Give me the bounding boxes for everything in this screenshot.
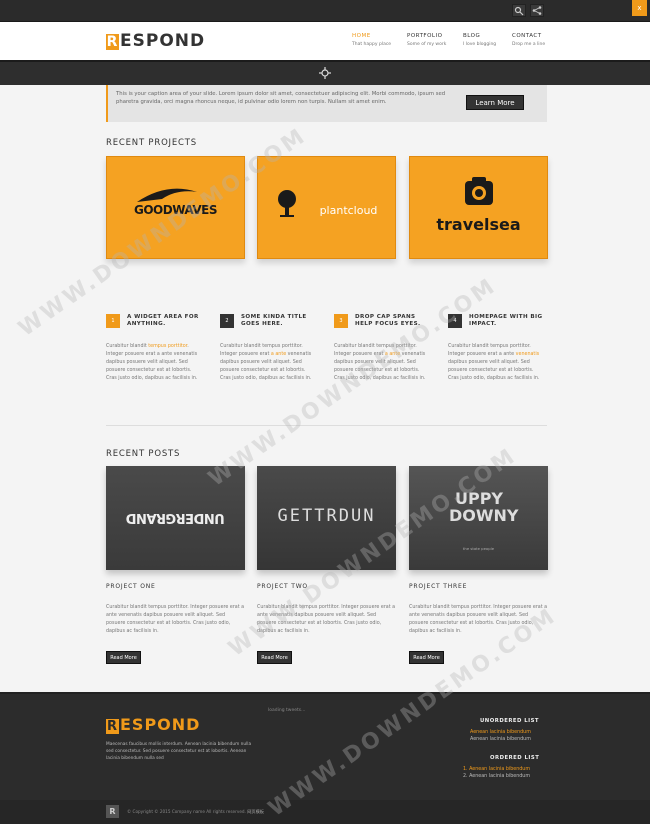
feature-highlight: a ante xyxy=(270,351,287,357)
nav-contact-sub: Drop me a line xyxy=(512,42,546,47)
nav-blog[interactable]: BLOG I love blogging xyxy=(463,33,496,47)
logo-text: ESPOND xyxy=(120,31,206,51)
footer-tweets: loading tweets... xyxy=(268,708,306,713)
nav-portfolio-label: PORTFOLIO xyxy=(407,33,443,39)
project-card-travelsea[interactable]: travelsea xyxy=(409,156,548,259)
caption-text: This is your caption area of your slide.… xyxy=(116,91,446,105)
nav-blog-sub: I love blogging xyxy=(463,42,497,47)
nav-contact-label: CONTACT xyxy=(512,33,542,39)
header: RESPOND HOME That happy place PORTFOLIO … xyxy=(0,22,650,60)
footer-logo[interactable]: R ESPOND xyxy=(106,715,200,734)
feature-number-1: 1 xyxy=(106,314,120,328)
share-button[interactable] xyxy=(530,4,544,17)
feature-highlight: venenatis xyxy=(515,351,540,357)
slider-toggle-icon[interactable] xyxy=(319,67,331,79)
feature-number-3: 3 xyxy=(334,314,348,328)
nav-portfolio-sub: Some of my work xyxy=(407,42,447,47)
footer-ol-item[interactable]: 1. Aenean lacinia bibendum xyxy=(463,767,530,772)
copyright-text: © Copyright © 2015 Company name All righ… xyxy=(127,809,264,814)
section-divider xyxy=(106,425,547,426)
nav-blog-label: BLOG xyxy=(463,33,481,39)
footer: R ESPOND Maecenas faucibus mollis interdu… xyxy=(0,692,650,800)
feature-text-1: Curabitur blandit tempus porttitor. Inte… xyxy=(106,344,198,381)
nav-contact[interactable]: CONTACT Drop me a line xyxy=(512,33,545,47)
feature-title-4: HOMEPAGE WITH BIG IMPACT. xyxy=(469,314,543,327)
footer-ul-item[interactable]: Aenean lacinia bibendum xyxy=(470,737,531,742)
nav-home[interactable]: HOME That happy place xyxy=(352,33,391,47)
footer-logo-mark: R xyxy=(106,719,119,734)
post-text-three: Curabitur blandit tempus porttitor. Inte… xyxy=(409,605,548,634)
feature-highlight: tempus porttitor xyxy=(148,344,188,349)
post-name-one[interactable]: PROJECT ONE xyxy=(106,583,156,590)
search-icon xyxy=(514,6,524,16)
search-button[interactable] xyxy=(512,4,526,17)
post-name-three[interactable]: PROJECT THREE xyxy=(409,583,467,590)
nav-portfolio[interactable]: PORTFOLIO Some of my work xyxy=(407,33,446,47)
footer-ol-item[interactable]: 2. Aenean lacinia bibendum xyxy=(463,774,530,779)
post-image-text-three: UPPY DOWNY xyxy=(449,489,519,525)
post-image-two[interactable]: GETTRDUN xyxy=(257,466,396,570)
recent-posts-title: RECENT POSTS xyxy=(106,449,181,459)
logo-mark: R xyxy=(106,34,119,50)
feature-title-1: A WIDGET AREA FOR ANYTHING. xyxy=(127,314,199,327)
feature-text-2: Curabitur blandit tempus porttitor. Inte… xyxy=(220,344,312,381)
post-image-text-two: GETTRDUN xyxy=(277,506,376,526)
post-image-text-one: UNDERGRAND xyxy=(126,510,225,525)
feature-number-2: 2 xyxy=(220,314,234,328)
post-image-one[interactable]: UNDERGRAND xyxy=(106,466,245,570)
bottom-bar: R © Copyright © 2015 Company name All ri… xyxy=(0,800,650,824)
learn-more-button[interactable]: Learn More xyxy=(466,95,524,110)
site-logo[interactable]: RESPOND xyxy=(106,31,205,51)
feature-title-2: SOME KINDA TITLE GOES HERE. xyxy=(241,314,307,327)
close-topbar-button[interactable]: x xyxy=(632,0,647,16)
project-title-plantcloud: plantcloud xyxy=(319,204,378,217)
nav-home-sub: That happy place xyxy=(352,42,392,47)
project-title-goodwaves: GOODWAVES xyxy=(133,203,218,217)
copyright-link[interactable]: 网页模板 xyxy=(247,809,264,814)
footer-logo-text: ESPOND xyxy=(120,715,201,734)
footer-description: Maecenas faucibus mollis interdum. Aenea… xyxy=(106,742,252,761)
feature-title-3: DROP CAP SPANS HELP FOCUS EYES. xyxy=(355,314,421,327)
share-icon xyxy=(532,6,542,15)
project-card-goodwaves[interactable]: GOODWAVES xyxy=(106,156,245,259)
read-more-button-two[interactable]: Read More xyxy=(257,651,292,664)
nav-home-label: HOME xyxy=(352,33,371,39)
project-title-travelsea: travelsea xyxy=(436,215,521,234)
feature-number-4: 4 xyxy=(448,314,462,328)
read-more-button-three[interactable]: Read More xyxy=(409,651,444,664)
feature-highlight: a ante xyxy=(384,351,401,357)
post-text-one: Curabitur blandit tempus porttitor. Inte… xyxy=(106,605,245,634)
post-text-two: Curabitur blandit tempus porttitor. Inte… xyxy=(257,605,396,634)
post-image-three[interactable]: UPPY DOWNY the state people xyxy=(409,466,548,570)
caption-area: This is your caption area of your slide.… xyxy=(106,85,547,122)
recent-projects-title: RECENT PROJECTS xyxy=(106,138,197,148)
feature-text-4: Curabitur blandit tempus porttitor. Inte… xyxy=(448,344,540,381)
project-card-plantcloud[interactable]: plantcloud xyxy=(257,156,396,259)
top-bar: x xyxy=(0,0,650,22)
post-image-sub-three: the state people xyxy=(462,546,495,551)
footer-unordered-title: UNORDERED LIST xyxy=(480,718,540,724)
read-more-button-one[interactable]: Read More xyxy=(106,651,141,664)
slider-band xyxy=(0,60,650,85)
camera-icon xyxy=(465,177,493,205)
post-name-two[interactable]: PROJECT TWO xyxy=(257,583,308,590)
footer-ul-item[interactable]: Aenean lacinia bibendum xyxy=(470,730,531,735)
feature-text-3: Curabitur blandit tempus porttitor. Inte… xyxy=(334,344,426,381)
footer-ordered-title: ORDERED LIST xyxy=(490,755,540,761)
footer-mini-logo: R xyxy=(106,805,119,818)
